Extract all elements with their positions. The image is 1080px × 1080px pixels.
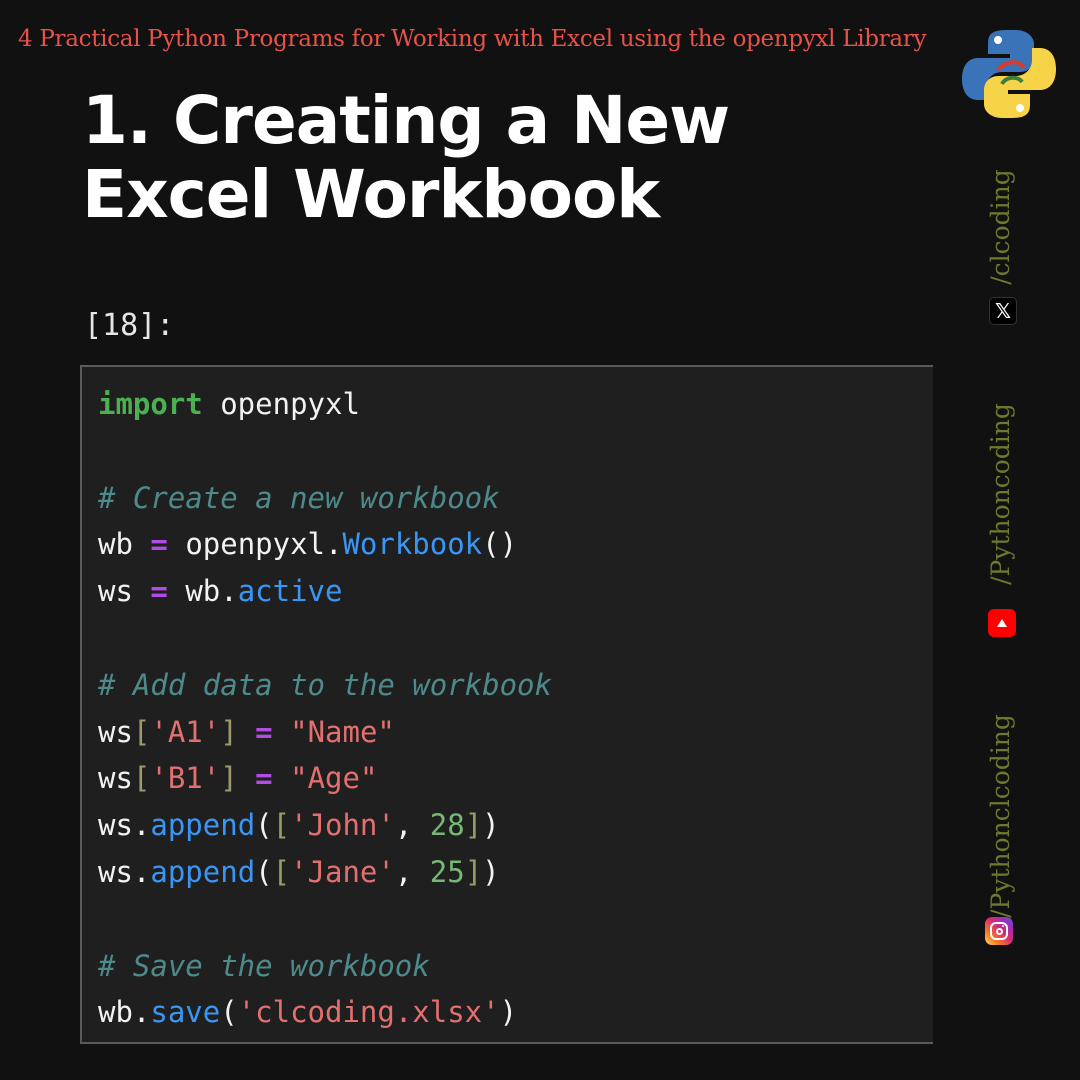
code-token: append bbox=[150, 854, 256, 889]
code-line: ws = wb.active bbox=[98, 568, 933, 615]
code-token: , bbox=[394, 854, 430, 889]
code-line: import openpyxl bbox=[98, 381, 933, 428]
code-line: # Create a new workbook bbox=[98, 475, 933, 522]
code-token: 'John' bbox=[290, 808, 395, 843]
python-logo-icon bbox=[958, 24, 1058, 124]
code-token: [ bbox=[132, 761, 151, 796]
code-line: # Save the workbook bbox=[98, 943, 933, 990]
code-token: = bbox=[150, 527, 168, 562]
code-token: # Save the workbook bbox=[98, 948, 430, 983]
code-token: wb. bbox=[167, 574, 238, 609]
code-token: = bbox=[255, 714, 273, 749]
code-token: openpyxl. bbox=[167, 527, 343, 562]
code-token: wb bbox=[98, 527, 151, 562]
code-token: ws. bbox=[98, 808, 151, 843]
code-cell[interactable]: import openpyxl # Create a new workbook w… bbox=[80, 365, 933, 1044]
x-logo-icon: 𝕏 bbox=[989, 297, 1017, 325]
code-token: ) bbox=[482, 854, 500, 889]
code-token: ) bbox=[499, 995, 518, 1030]
code-line: ws.append(['John', 28]) bbox=[98, 802, 933, 849]
code-token: openpyxl bbox=[202, 387, 360, 421]
code-token: ws bbox=[98, 574, 151, 609]
code-token: save bbox=[150, 995, 221, 1030]
code-token: ] bbox=[464, 854, 483, 889]
code-token: 'B1' bbox=[150, 761, 221, 796]
code-token: ] bbox=[464, 808, 483, 843]
code-token: ws bbox=[98, 714, 133, 749]
code-token: 28 bbox=[429, 808, 465, 843]
code-token: Workbook bbox=[342, 527, 483, 562]
code-token: , bbox=[394, 808, 430, 843]
code-line: wb.save('clcoding.xlsx') bbox=[98, 989, 933, 1036]
code-token: wb. bbox=[98, 995, 151, 1030]
instagram-icon bbox=[985, 917, 1013, 945]
code-line: ws.append(['Jane', 25]) bbox=[98, 849, 933, 896]
code-token: active bbox=[237, 574, 343, 609]
banner-title: 4 Practical Python Programs for Working … bbox=[18, 26, 927, 52]
code-token: import bbox=[98, 387, 203, 421]
page-title: 1. Creating a New Excel Workbook bbox=[82, 82, 730, 233]
code-token: "Name" bbox=[290, 714, 395, 749]
youtube-handle: /Pythoncoding bbox=[986, 403, 1015, 585]
code-token: () bbox=[482, 527, 518, 562]
cell-execution-count: [18]: bbox=[84, 308, 175, 343]
code-token: [ bbox=[272, 854, 291, 889]
youtube-icon bbox=[988, 609, 1016, 637]
code-token: ( bbox=[220, 995, 238, 1030]
code-token: ] bbox=[220, 761, 238, 796]
code-token: [ bbox=[272, 808, 291, 843]
code-token: 'Jane' bbox=[290, 854, 395, 889]
code-token: ws bbox=[98, 761, 133, 796]
code-token: "Age" bbox=[290, 761, 378, 796]
code-token: ( bbox=[255, 854, 273, 889]
code-token: ] bbox=[220, 714, 238, 749]
code-token: # Create a new workbook bbox=[98, 480, 500, 515]
code-token: 'clcoding.xlsx' bbox=[237, 995, 500, 1030]
code-editor[interactable]: import openpyxl # Create a new workbook w… bbox=[82, 367, 933, 1036]
code-token: ( bbox=[255, 808, 273, 843]
code-token: = bbox=[255, 761, 273, 796]
code-token: ) bbox=[482, 808, 500, 843]
code-line: ws['B1'] = "Age" bbox=[98, 755, 933, 802]
code-token: [ bbox=[132, 714, 151, 749]
code-line: ws['A1'] = "Name" bbox=[98, 709, 933, 756]
code-token: 'A1' bbox=[150, 714, 221, 749]
code-line: wb = openpyxl.Workbook() bbox=[98, 521, 933, 568]
code-token: append bbox=[150, 808, 256, 843]
code-token: 25 bbox=[429, 854, 465, 889]
code-token: = bbox=[150, 574, 168, 609]
code-line: # Add data to the workbook bbox=[98, 662, 933, 709]
code-token: # Add data to the workbook bbox=[98, 667, 552, 702]
code-token: ws. bbox=[98, 854, 151, 889]
